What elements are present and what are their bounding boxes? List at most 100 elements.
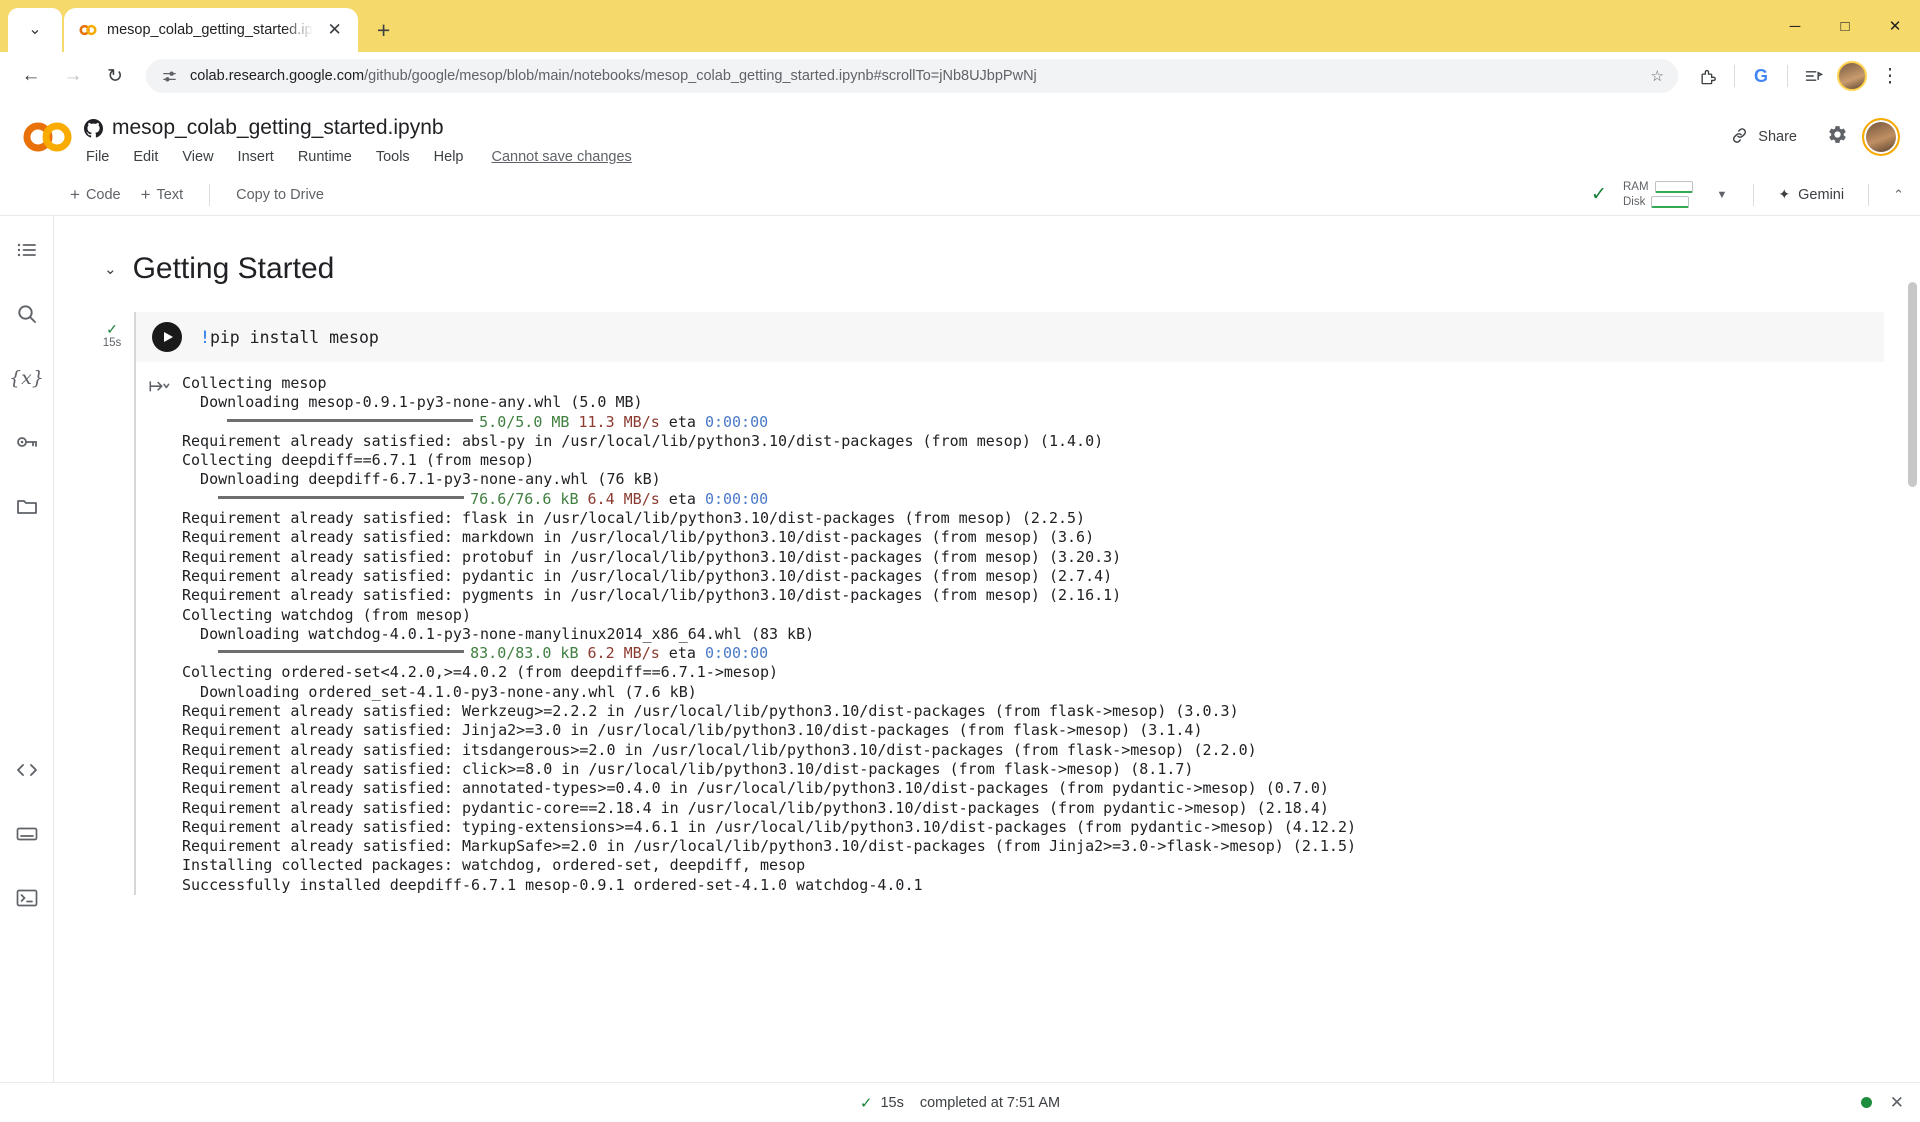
sparkle-icon: ✦	[1778, 186, 1790, 203]
output-line: 76.6/76.6 kB 6.4 MB/s eta 0:00:00	[182, 490, 1356, 509]
extensions-icon[interactable]	[1690, 58, 1726, 94]
chevron-up-icon[interactable]: ⌃	[1875, 187, 1904, 203]
github-icon	[84, 119, 103, 138]
status-seconds: 15s	[880, 1095, 903, 1111]
sidebar-item-table-of-contents[interactable]	[7, 230, 47, 270]
output-line: Downloading watchdog-4.0.1-py3-none-many…	[182, 625, 1356, 644]
browser-window: ⌄ mesop_colab_getting_started.ip ✕ + ─ □…	[0, 0, 1920, 1122]
output-line: Requirement already satisfied: flask in …	[182, 509, 1356, 528]
output-line: Collecting deepdiff==6.7.1 (from mesop)	[182, 451, 1356, 470]
run-cell-button[interactable]	[152, 322, 182, 352]
minimize-button[interactable]: ─	[1770, 0, 1820, 52]
ram-label: RAM	[1623, 181, 1649, 193]
menu-insert[interactable]: Insert	[238, 149, 274, 165]
menu-runtime[interactable]: Runtime	[298, 149, 352, 165]
account-avatar[interactable]	[1862, 118, 1900, 156]
browser-action-icons: G ⋮	[1690, 58, 1908, 94]
sidebar-item-terminal[interactable]	[7, 878, 47, 918]
back-button[interactable]: ←	[12, 57, 50, 95]
add-text-cell-button[interactable]: + Text	[131, 181, 194, 209]
sidebar-item-command-palette[interactable]	[7, 814, 47, 854]
sidebar-item-search[interactable]	[7, 294, 47, 334]
chrome-menu-icon[interactable]: ⋮	[1872, 58, 1908, 94]
output-stream-icon[interactable]	[136, 374, 182, 895]
status-check-icon: ✓	[860, 1094, 873, 1112]
menu-edit[interactable]: Edit	[133, 149, 158, 165]
download-size: 5.0/5.0 MB	[479, 413, 569, 431]
address-bar[interactable]: colab.research.google.com/github/google/…	[146, 59, 1678, 93]
copy-to-drive-button[interactable]: Copy to Drive	[226, 183, 334, 207]
colab-body: {x}	[0, 216, 1920, 1082]
code-command: pip install mesop	[210, 328, 379, 347]
menu-view[interactable]: View	[182, 149, 213, 165]
toolbar-divider	[1734, 65, 1735, 87]
new-tab-button[interactable]: +	[364, 10, 404, 50]
resource-usage-indicator[interactable]: RAM Disk	[1623, 181, 1693, 208]
google-g-icon: G	[1754, 66, 1768, 87]
code-editor-row[interactable]: !pip install mesop	[136, 312, 1884, 362]
reload-button[interactable]: ↻	[96, 57, 134, 95]
menu-file[interactable]: File	[86, 149, 109, 165]
download-eta: 0:00:00	[705, 644, 768, 662]
notebook-scroll-area[interactable]: ⌄ Getting Started ✓ 15s !pip install mes…	[54, 216, 1920, 1082]
status-close-icon[interactable]: ✕	[1890, 1093, 1904, 1113]
gear-icon[interactable]	[1827, 124, 1848, 151]
tab-title: mesop_colab_getting_started.ip	[107, 22, 313, 38]
gemini-button[interactable]: ✦ Gemini	[1760, 186, 1862, 203]
add-code-cell-button[interactable]: + Code	[60, 181, 131, 209]
colab-favicon-icon	[78, 20, 98, 40]
sidebar-item-files[interactable]	[7, 486, 47, 526]
download-speed: 6.2 MB/s	[588, 644, 660, 662]
tab-search-button[interactable]: ⌄	[8, 8, 62, 52]
close-icon[interactable]: ✕	[322, 17, 348, 43]
plus-icon: +	[70, 185, 80, 205]
site-settings-icon[interactable]	[160, 67, 178, 85]
sidebar-item-variables[interactable]: {x}	[7, 358, 47, 398]
ram-line: RAM	[1623, 181, 1693, 193]
chrome-profile-avatar[interactable]	[1834, 58, 1870, 94]
play-icon	[164, 332, 173, 342]
bookmark-star-icon[interactable]: ☆	[1651, 67, 1664, 85]
url-domain: colab.research.google.com	[190, 68, 364, 84]
browser-tab[interactable]: mesop_colab_getting_started.ip ✕	[64, 8, 358, 52]
status-bar-right: ✕	[1861, 1093, 1904, 1113]
output-line: Collecting ordered-set<4.2.0,>=4.0.2 (fr…	[182, 663, 1356, 682]
download-eta: 0:00:00	[705, 413, 768, 431]
avatar	[1837, 61, 1867, 91]
sidebar-item-secrets[interactable]	[7, 422, 47, 462]
window-close-button[interactable]: ✕	[1870, 0, 1920, 52]
maximize-button[interactable]: □	[1820, 0, 1870, 52]
vertical-scrollbar[interactable]	[1908, 282, 1917, 487]
colab-header-actions: Share	[1714, 118, 1900, 156]
share-button[interactable]: Share	[1714, 119, 1813, 156]
colab-app: mesop_colab_getting_started.ipynb File E…	[0, 100, 1920, 1122]
disk-bar	[1651, 196, 1689, 208]
disk-line: Disk	[1623, 196, 1693, 208]
output-line: Requirement already satisfied: click>=8.…	[182, 760, 1356, 779]
menu-help[interactable]: Help	[434, 149, 464, 165]
ram-bar	[1655, 181, 1693, 193]
menu-tools[interactable]: Tools	[376, 149, 410, 165]
google-account-icon[interactable]: G	[1743, 58, 1779, 94]
media-controls-icon[interactable]	[1796, 58, 1832, 94]
code-bang: !	[200, 328, 210, 347]
copy-to-drive-label: Copy to Drive	[236, 187, 324, 203]
code-text[interactable]: !pip install mesop	[200, 328, 379, 347]
output-line: Requirement already satisfied: Jinja2>=3…	[182, 721, 1356, 740]
chevron-down-icon-runtime[interactable]: ▼	[1717, 189, 1728, 201]
address-bar-row: ← → ↻ colab.research.google.com/github/g…	[0, 52, 1920, 100]
output-line: Collecting mesop	[182, 374, 1356, 393]
download-eta: 0:00:00	[705, 490, 768, 508]
chevron-down-icon-section[interactable]: ⌄	[104, 260, 117, 278]
output-line: 5.0/5.0 MB 11.3 MB/s eta 0:00:00	[182, 413, 1356, 432]
cell-run-time: 15s	[103, 337, 122, 349]
output-line: Requirement already satisfied: protobuf …	[182, 548, 1356, 567]
link-icon	[1730, 126, 1749, 149]
download-speed: 6.4 MB/s	[588, 490, 660, 508]
cell-content: !pip install mesop	[136, 312, 1884, 895]
cell-gutter: ✓ 15s	[90, 312, 136, 895]
sidebar-item-code-snippets[interactable]	[7, 750, 47, 790]
forward-button[interactable]: →	[54, 57, 92, 95]
url-path: /github/google/mesop/blob/main/notebooks…	[364, 68, 1037, 84]
colab-logo-icon[interactable]	[20, 114, 76, 160]
